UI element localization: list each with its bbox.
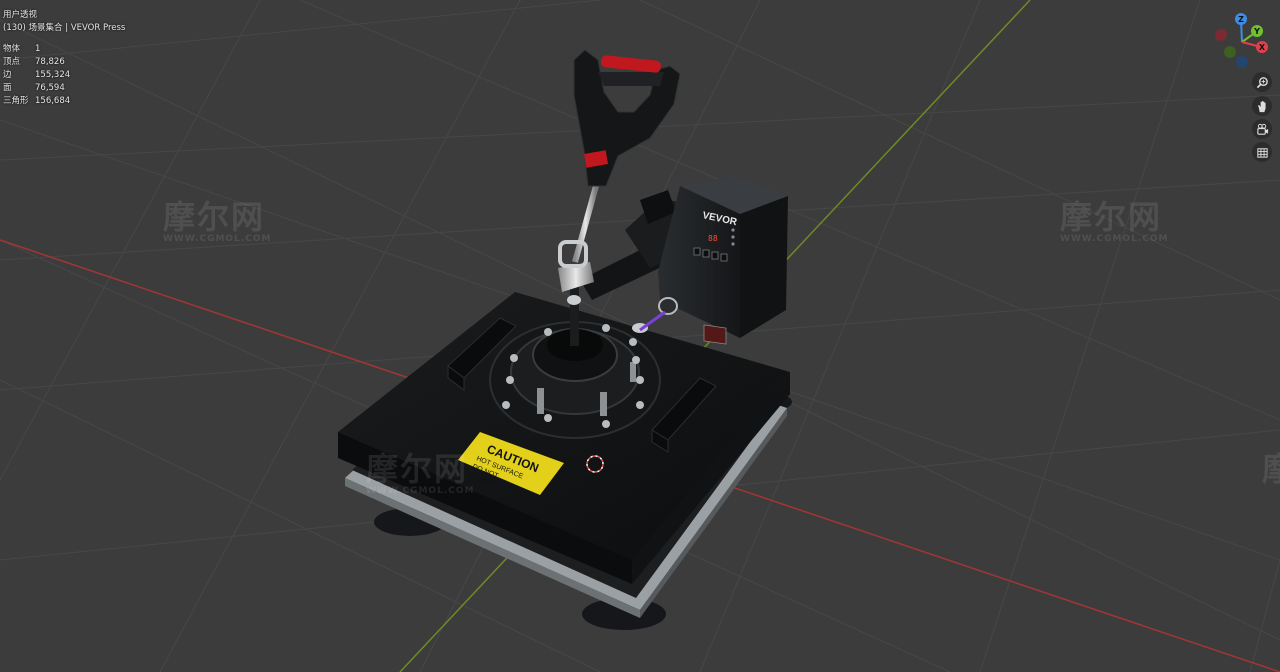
stat-label: 物体 [3, 44, 21, 54]
stat-label: 三角形 [3, 96, 29, 106]
gizmo-z-label: Z [1238, 15, 1244, 24]
display-reading: 88 [708, 234, 718, 243]
zoom-icon [1256, 76, 1268, 88]
stat-value: 76,594 [35, 83, 65, 93]
orthographic-grid-icon [1256, 147, 1268, 158]
lever-handle [573, 49, 681, 187]
stat-label: 面 [3, 83, 12, 93]
stat-label: 顶点 [3, 57, 21, 67]
scene-statistics: 物体 1 顶点 78,826 边 155,324 面 76,594 三角形 15… [3, 43, 70, 108]
gizmo-neg-z[interactable] [1236, 56, 1248, 68]
stat-row-triangles: 三角形 156,684 [3, 95, 70, 108]
stat-label: 边 [3, 70, 12, 80]
pan-button[interactable] [1252, 96, 1272, 116]
3d-viewport[interactable]: CAUTION HOT SURFACE DO NOT TOUCH VEVOR 8… [0, 0, 1280, 672]
stat-value: 1 [35, 44, 41, 54]
indicator-dots [731, 228, 735, 246]
watermark: 摩尔网 WWW.CGMOL.COM [366, 450, 475, 496]
watermark: 摩尔网 WWW.CGMOL.COM [1060, 198, 1169, 244]
control-box: VEVOR 88 [658, 176, 788, 345]
stat-row-vertices: 顶点 78,826 [3, 56, 70, 69]
stat-value: 155,324 [35, 70, 71, 80]
ortho-toggle-button[interactable] [1252, 142, 1272, 162]
navigation-gizmo[interactable]: Z Y X [1210, 10, 1274, 74]
view-name: 用户透视 [3, 10, 38, 20]
stat-value: 156,684 [35, 96, 71, 106]
scene-render[interactable]: CAUTION HOT SURFACE DO NOT TOUCH VEVOR 8… [0, 0, 1280, 672]
stat-row-faces: 面 76,594 [3, 82, 70, 95]
stat-value: 78,826 [35, 57, 65, 67]
pressure-knob [632, 297, 678, 333]
zoom-button[interactable] [1252, 72, 1272, 92]
camera-view-button[interactable] [1252, 119, 1272, 139]
stat-row-objects: 物体 1 [3, 43, 70, 56]
gizmo-neg-y[interactable] [1224, 46, 1236, 58]
scene-collection-label: (130) 场景集合 | VEVOR Press [3, 23, 126, 33]
gizmo-x-label: X [1259, 43, 1266, 52]
watermark: 摩尔网 [1262, 452, 1280, 486]
gizmo-neg-x[interactable] [1215, 29, 1227, 41]
hand-pan-icon [1257, 100, 1266, 112]
stat-row-edges: 边 155,324 [3, 69, 70, 82]
gizmo-y-label: Y [1253, 27, 1260, 36]
watermark: 摩尔网 WWW.CGMOL.COM [163, 198, 272, 244]
camera-view-icon [1256, 123, 1268, 135]
